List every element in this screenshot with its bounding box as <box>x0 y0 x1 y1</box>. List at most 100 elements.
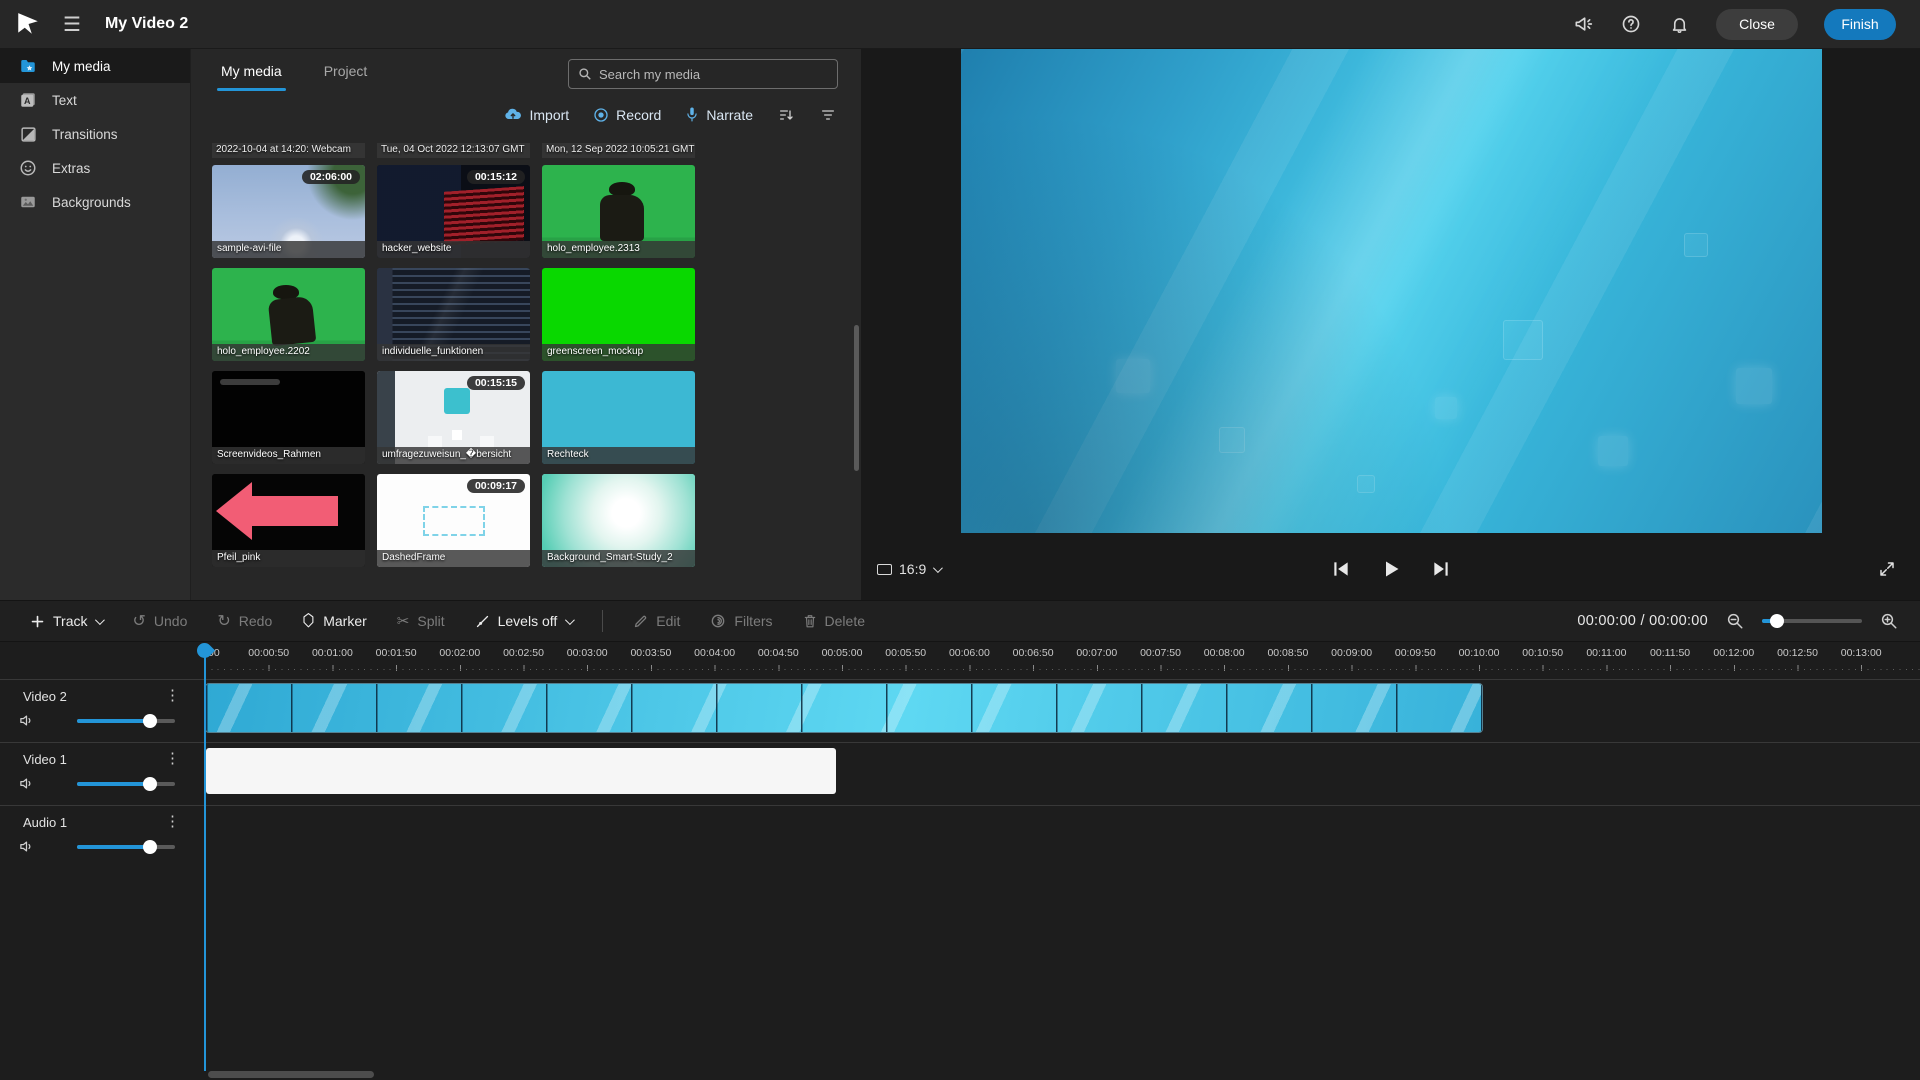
button-label: Levels off <box>498 613 558 629</box>
video-preview[interactable] <box>961 49 1822 533</box>
clipchamp-logo-icon[interactable] <box>15 11 41 37</box>
sidebar-item-transitions[interactable]: Transitions <box>0 117 190 151</box>
sidebar-item-label: Transitions <box>52 127 118 142</box>
media-item[interactable]: 00:09:17DashedFrame <box>377 474 530 567</box>
media-item[interactable]: 00:15:12hacker_website <box>377 165 530 258</box>
volume-knob[interactable] <box>143 840 157 854</box>
media-item-name: Mon, 12 Sep 2022 10:05:21 GMT <box>542 143 695 156</box>
split-button[interactable]: ✂Split <box>397 612 445 630</box>
media-item[interactable]: individuelle_funktionen <box>377 268 530 361</box>
ruler-tick-label: 00:09:00 <box>1331 647 1372 659</box>
import-button[interactable]: Import <box>504 107 569 123</box>
folder-icon <box>18 56 38 76</box>
media-item[interactable]: Rechteck <box>542 371 695 464</box>
text-icon: A <box>18 90 38 110</box>
chevron-down-icon <box>95 615 105 625</box>
skip-end-button[interactable] <box>1431 559 1451 579</box>
timecode: 00:00:00 / 00:00:00 <box>1577 613 1708 629</box>
media-item-name: Background_Smart-Study_2 <box>542 550 695 567</box>
video-clip[interactable] <box>206 684 1482 732</box>
filters-button[interactable]: Filters <box>710 613 772 629</box>
volume-knob[interactable] <box>143 714 157 728</box>
ruler-tick-label: 00:07:00 <box>1076 647 1117 659</box>
ruler-tick-label: 00:02:50 <box>503 647 544 659</box>
button-label: Undo <box>154 613 187 629</box>
track-volume-slider[interactable] <box>77 719 175 723</box>
volume-icon[interactable] <box>18 776 35 791</box>
levels-button[interactable]: Levels off <box>475 613 573 629</box>
announcements-icon[interactable] <box>1572 13 1594 35</box>
sidebar-item-my-media[interactable]: My media <box>0 49 190 83</box>
track-options-icon[interactable]: ⋮ <box>165 812 179 830</box>
ruler-tick-label: 00:00:50 <box>248 647 289 659</box>
media-item-partial[interactable]: Mon, 12 Sep 2022 10:05:21 GMT <box>542 143 695 158</box>
sidebar-item-backgrounds[interactable]: Backgrounds <box>0 185 190 219</box>
media-item-name: holo_employee.2313 <box>542 241 695 258</box>
delete-button[interactable]: Delete <box>803 613 865 629</box>
media-item-name: Rechteck <box>542 447 695 464</box>
media-item-name: sample-avi-file <box>212 241 365 258</box>
volume-icon[interactable] <box>18 839 35 854</box>
media-item-name: greenscreen_mockup <box>542 344 695 361</box>
help-icon[interactable] <box>1620 13 1642 35</box>
finish-button[interactable]: Finish <box>1824 9 1896 40</box>
search-icon <box>578 67 592 81</box>
media-item[interactable]: 02:06:00sample-avi-file <box>212 165 365 258</box>
marker-button[interactable]: Marker <box>302 613 367 629</box>
search-box[interactable] <box>568 59 838 89</box>
timeline-zoom-slider[interactable] <box>1762 619 1862 623</box>
ruler-tick-label: 00:13:00 <box>1841 647 1882 659</box>
skip-start-button[interactable] <box>1331 559 1351 579</box>
track-volume-slider[interactable] <box>77 782 175 786</box>
volume-icon[interactable] <box>18 713 35 728</box>
search-input[interactable] <box>599 67 809 82</box>
zoom-in-icon[interactable] <box>1880 612 1898 630</box>
track-options-icon[interactable]: ⋮ <box>165 686 179 704</box>
media-item-partial[interactable]: 2022-10-04 at 14:20: Webcam <box>212 143 365 158</box>
video-clip[interactable] <box>206 748 836 794</box>
media-scrollbar[interactable] <box>854 325 859 471</box>
sidebar-item-text[interactable]: AText <box>0 83 190 117</box>
narrate-button[interactable]: Narrate <box>685 106 753 123</box>
notifications-icon[interactable] <box>1668 13 1690 35</box>
media-item-partial[interactable]: Tue, 04 Oct 2022 12:13:07 GMT <box>377 143 530 158</box>
sidebar-item-extras[interactable]: Extras <box>0 151 190 185</box>
close-button[interactable]: Close <box>1716 9 1798 40</box>
menu-icon[interactable]: ☰ <box>63 12 81 37</box>
volume-fill <box>77 719 150 723</box>
transitions-icon <box>18 124 38 144</box>
zoom-slider-knob[interactable] <box>1770 614 1784 628</box>
media-item[interactable]: holo_employee.2202 <box>212 268 365 361</box>
media-item[interactable]: Background_Smart-Study_2 <box>542 474 695 567</box>
fullscreen-icon[interactable] <box>1878 560 1896 578</box>
tab-my-media[interactable]: My media <box>221 63 282 91</box>
media-item[interactable]: Screenvideos_Rahmen <box>212 371 365 464</box>
filter-icon[interactable] <box>819 107 837 123</box>
track-button[interactable]: Track <box>30 613 102 629</box>
media-item[interactable]: 00:15:15umfragezuweisun_�bersicht <box>377 371 530 464</box>
track-options-icon[interactable]: ⋮ <box>165 749 179 767</box>
media-grid: 2022-10-04 at 14:20: Webcam Tue, 04 Oct 2… <box>212 143 722 583</box>
record-label: Record <box>616 107 661 123</box>
redo-button[interactable]: ↻Redo <box>217 611 272 631</box>
media-item-name: hacker_website <box>377 241 530 258</box>
media-item[interactable]: greenscreen_mockup <box>542 268 695 361</box>
track-header: Video 2⋮ <box>0 680 205 743</box>
track-name: Audio 1 <box>23 815 67 830</box>
media-item[interactable]: holo_employee.2313 <box>542 165 695 258</box>
media-item[interactable]: Pfeil_pink <box>212 474 365 567</box>
aspect-ratio-button[interactable]: 16:9 <box>877 561 940 577</box>
sort-icon[interactable] <box>777 107 795 123</box>
tab-project[interactable]: Project <box>324 63 368 91</box>
plus-icon <box>30 614 45 629</box>
record-button[interactable]: Record <box>593 107 661 123</box>
undo-button[interactable]: ↺Undo <box>132 611 187 631</box>
track-lane-video-2: Video 2⋮ <box>0 679 1920 742</box>
zoom-out-icon[interactable] <box>1726 612 1744 630</box>
ruler-tick-label: 00:08:50 <box>1267 647 1308 659</box>
edit-button[interactable]: Edit <box>633 613 680 629</box>
play-button[interactable] <box>1381 559 1401 579</box>
timeline-horizontal-scrollbar[interactable] <box>208 1071 374 1078</box>
track-volume-slider[interactable] <box>77 845 175 849</box>
volume-knob[interactable] <box>143 777 157 791</box>
